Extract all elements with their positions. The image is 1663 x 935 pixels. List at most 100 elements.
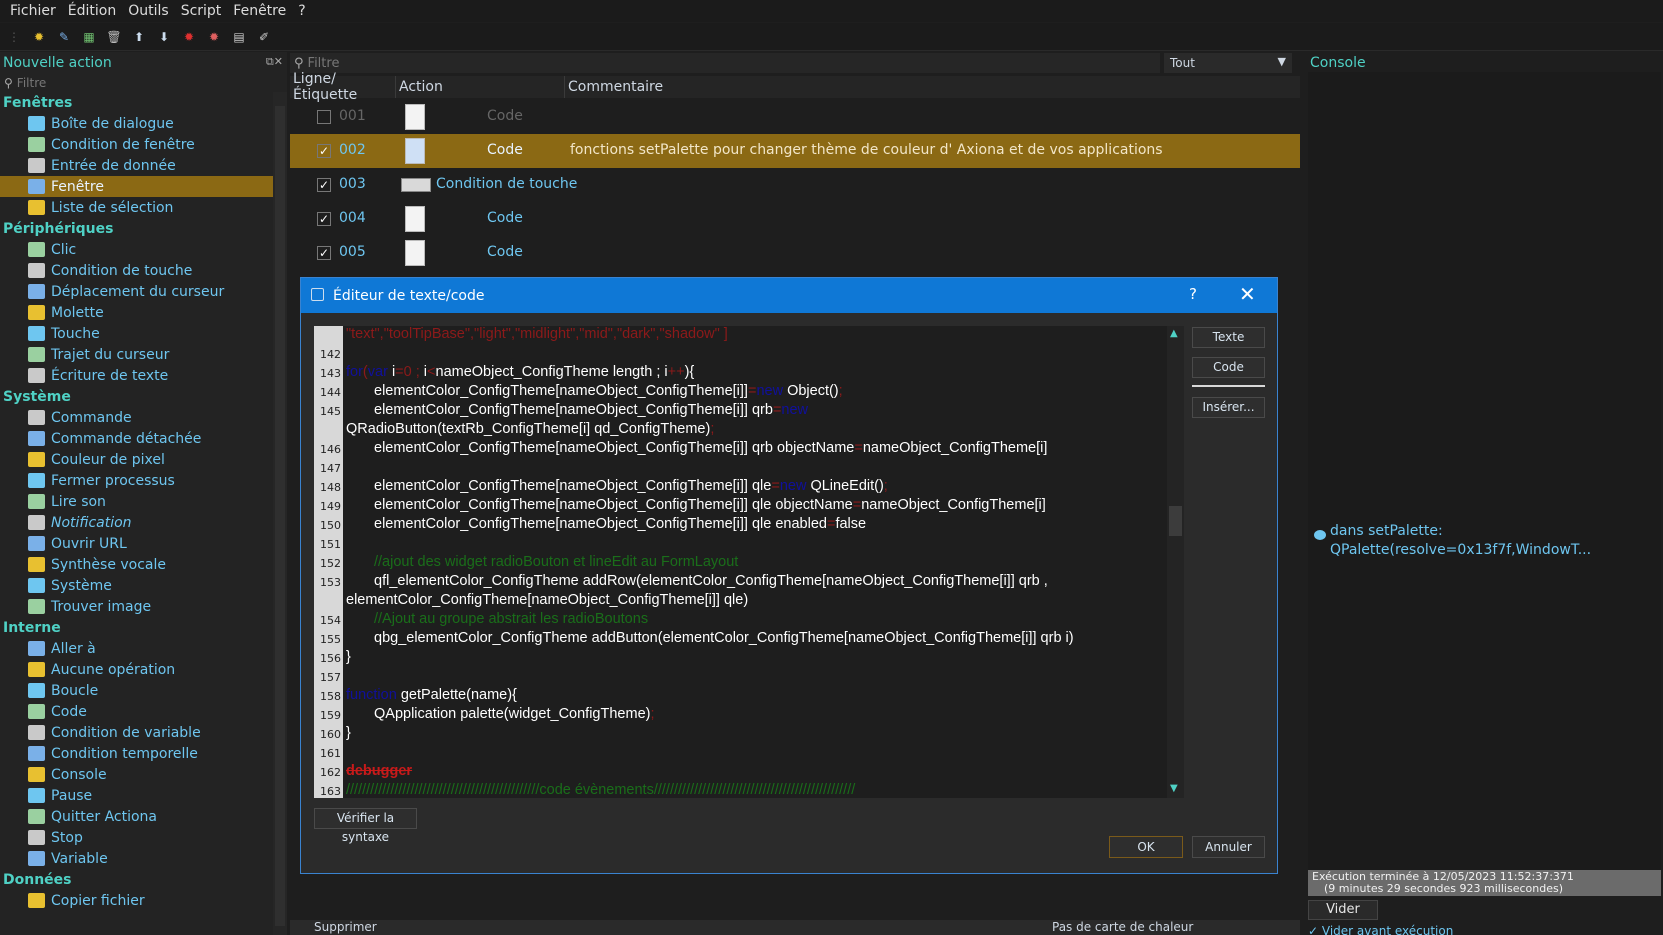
heatmap-select[interactable]: Pas de carte de chaleur (1052, 920, 1193, 934)
scroll-thumb[interactable] (275, 106, 285, 926)
cancel-button[interactable]: Annuler (1192, 836, 1265, 858)
row-checkbox[interactable]: ✓ (317, 246, 331, 260)
code-token: elementColor_ConfigTheme[nameObject_Conf… (374, 383, 748, 399)
tree-item-label: Fermer processus (51, 472, 175, 489)
tree-category[interactable]: Système (0, 386, 283, 407)
ok-button[interactable]: OK (1109, 836, 1183, 858)
script-row[interactable]: 001 Code (290, 100, 1300, 134)
tree-item[interactable]: Pause (0, 785, 283, 806)
code-token: QRadioButton(textRb_ConfigTheme[i] qd_Co… (346, 421, 711, 437)
menu-edition[interactable]: Édition (62, 3, 122, 19)
scroll-down-icon[interactable]: ▼ (1170, 783, 1178, 794)
script-row[interactable]: ✓ 002 Code fonctions setPalette pour cha… (290, 134, 1300, 168)
tree-item[interactable]: Condition de variable (0, 722, 283, 743)
menu-fenetre[interactable]: Fenêtre (227, 3, 292, 19)
tree-item[interactable]: Clic (0, 239, 283, 260)
tree-item[interactable]: Commande (0, 407, 283, 428)
help-button[interactable]: ? (1189, 285, 1197, 303)
script-row[interactable]: ✓ 004 Code (290, 202, 1300, 236)
tree-item[interactable]: Console (0, 764, 283, 785)
action-icon (28, 410, 45, 425)
tree-item[interactable]: Condition temporelle (0, 743, 283, 764)
tree-item[interactable]: Code (0, 701, 283, 722)
tree-item[interactable]: Aucune opération (0, 659, 283, 680)
column-header-action[interactable]: Action (396, 76, 565, 98)
console-message[interactable]: dans setPalette: QPalette(resolve=0x13f7… (1330, 522, 1660, 560)
row-checkbox[interactable]: ✓ (317, 178, 331, 192)
action-filter-input[interactable]: ⚲ Filtre (0, 74, 287, 92)
delete-button[interactable]: Supprimer (314, 920, 377, 934)
tree-item[interactable]: Couleur de pixel (0, 449, 283, 470)
column-header-line[interactable]: Ligne/Étiquette (290, 71, 396, 103)
document-icon[interactable]: ▤ (231, 29, 247, 45)
tree-category[interactable]: Données (0, 869, 283, 890)
clear-console-button[interactable]: Vider (1308, 900, 1378, 920)
row-checkbox[interactable]: ✓ (317, 212, 331, 226)
tree-item[interactable]: Boucle (0, 680, 283, 701)
tree-item[interactable]: Boîte de dialogue (0, 113, 283, 134)
code-token: ; (883, 478, 888, 494)
tree-item[interactable]: Condition de touche (0, 260, 283, 281)
column-header-comment[interactable]: Commentaire (565, 76, 1300, 98)
script-row[interactable]: ✓ 005 Code (290, 236, 1300, 270)
panel-float-close-icon[interactable]: ⧉✕ (266, 55, 283, 69)
tree-item[interactable]: Synthèse vocale (0, 554, 283, 575)
script-filter-input[interactable]: ⚲ Filtre (290, 53, 1160, 73)
run-icon[interactable]: ✹ (181, 29, 197, 45)
attach-icon[interactable]: ✐ (256, 29, 272, 45)
tree-item[interactable]: Quitter Actiona (0, 806, 283, 827)
dialog-titlebar[interactable]: Éditeur de texte/code ? ✕ (301, 278, 1277, 313)
code-editor[interactable]: 142 143 144 145 146 147 148 149 150 151 152 153 154 1… (314, 326, 1184, 798)
tree-item[interactable]: Condition de fenêtre (0, 134, 283, 155)
editor-scrollbar[interactable]: ▲ ▼ (1167, 326, 1184, 798)
code-mode-button[interactable]: Code (1192, 357, 1265, 378)
move-down-icon[interactable]: ⬇ (156, 29, 172, 45)
tree-item[interactable]: Variable (0, 848, 283, 869)
tree-item[interactable]: Molette (0, 302, 283, 323)
tree-item[interactable]: Ouvrir URL (0, 533, 283, 554)
tree-item[interactable]: Commande détachée (0, 428, 283, 449)
filter-scope-select[interactable]: Tout ▼ (1164, 53, 1292, 73)
tree-item[interactable]: Entrée de donnée (0, 155, 283, 176)
tree-item[interactable]: Notification (0, 512, 283, 533)
tree-item[interactable]: Trouver image (0, 596, 283, 617)
insert-button[interactable]: Insérer... (1192, 397, 1265, 418)
tree-category[interactable]: Interne (0, 617, 283, 638)
verify-syntax-button[interactable]: Vérifier la syntaxe (314, 808, 417, 844)
tree-item[interactable]: Déplacement du curseur (0, 281, 283, 302)
scroll-up-icon[interactable]: ▲ (1170, 328, 1178, 339)
tree-item[interactable]: Touche (0, 323, 283, 344)
tree-item[interactable]: Copier fichier (0, 890, 283, 911)
tree-item[interactable]: Aller à (0, 638, 283, 659)
tree-category[interactable]: Périphériques (0, 218, 283, 239)
line-number: 156 (320, 652, 341, 665)
run-selection-icon[interactable]: ✹ (206, 29, 222, 45)
delete-action-icon[interactable]: 🗑 (106, 29, 122, 45)
tree-item[interactable]: Écriture de texte (0, 365, 283, 386)
tree-item[interactable]: Fenêtre (0, 176, 283, 197)
tree-item[interactable]: Lire son (0, 491, 283, 512)
copy-action-icon[interactable]: ▦ (81, 29, 97, 45)
clear-before-run-checkbox[interactable]: ✓ Vider avant exécution (1308, 924, 1453, 935)
edit-action-icon[interactable]: ✎ (56, 29, 72, 45)
script-row[interactable]: ✓ 003 Condition de touche (290, 168, 1300, 202)
tree-scrollbar[interactable] (273, 92, 287, 935)
tree-item[interactable]: Trajet du curseur (0, 344, 283, 365)
tree-item[interactable]: Fermer processus (0, 470, 283, 491)
tree-category[interactable]: Fenêtres (0, 92, 283, 113)
tree-item[interactable]: Liste de sélection (0, 197, 283, 218)
tree-item[interactable]: Stop (0, 827, 283, 848)
row-checkbox[interactable] (317, 110, 331, 124)
close-icon[interactable]: ✕ (1239, 282, 1256, 306)
menu-help[interactable]: ? (292, 3, 311, 19)
tree-item[interactable]: Système (0, 575, 283, 596)
text-mode-button[interactable]: Texte (1192, 327, 1265, 348)
move-up-icon[interactable]: ⬆ (131, 29, 147, 45)
row-checkbox[interactable]: ✓ (317, 144, 331, 158)
scroll-thumb[interactable] (1169, 506, 1182, 536)
code-token: ){ (684, 364, 695, 380)
menu-script[interactable]: Script (175, 3, 228, 19)
menu-outils[interactable]: Outils (122, 3, 174, 19)
new-action-icon[interactable]: ✹ (31, 29, 47, 45)
menu-fichier[interactable]: Fichier (4, 3, 62, 19)
